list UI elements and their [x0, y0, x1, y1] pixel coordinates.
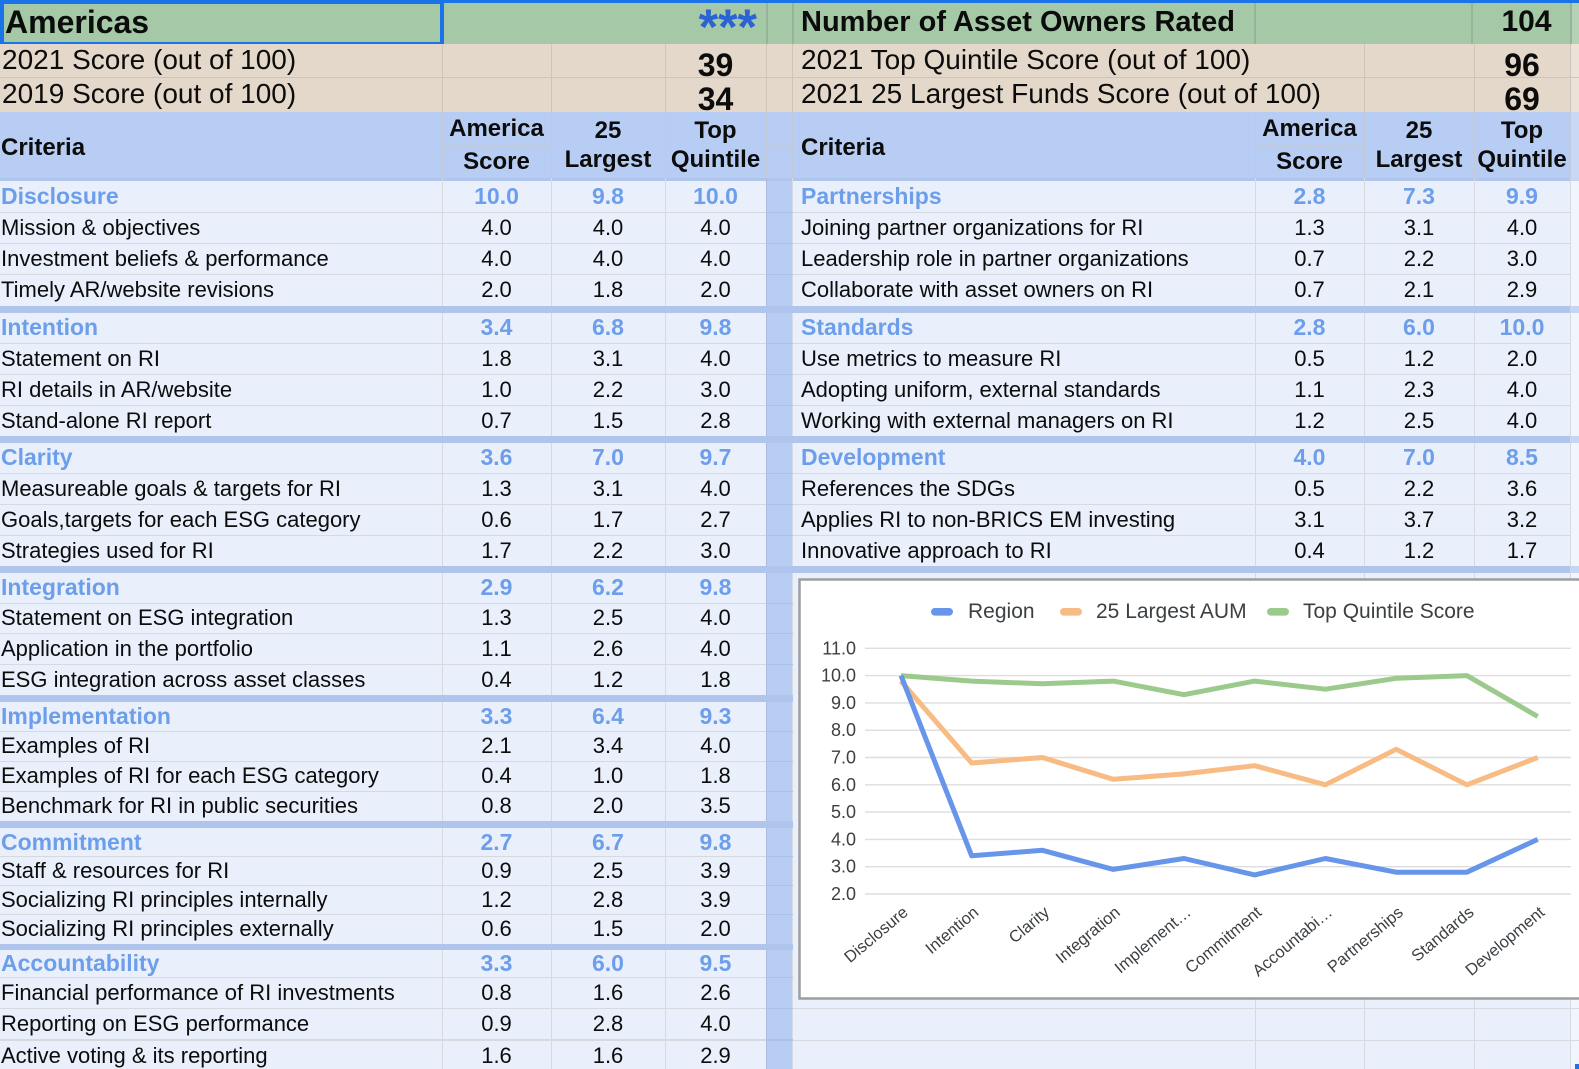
- svg-text:9.0: 9.0: [831, 693, 856, 713]
- svg-text:7.0: 7.0: [831, 748, 856, 768]
- svg-text:10.0: 10.0: [821, 666, 856, 686]
- svg-text:Top Quintile Score: Top Quintile Score: [1303, 600, 1475, 623]
- svg-text:25 Largest AUM: 25 Largest AUM: [1096, 600, 1247, 623]
- svg-text:Region: Region: [968, 600, 1035, 623]
- svg-text:5.0: 5.0: [831, 802, 856, 822]
- svg-text:11.0: 11.0: [822, 638, 856, 658]
- svg-text:3.0: 3.0: [831, 857, 856, 877]
- svg-text:6.0: 6.0: [831, 775, 856, 795]
- svg-text:4.0: 4.0: [831, 829, 856, 849]
- svg-text:8.0: 8.0: [831, 720, 856, 740]
- svg-text:2.0: 2.0: [831, 884, 856, 904]
